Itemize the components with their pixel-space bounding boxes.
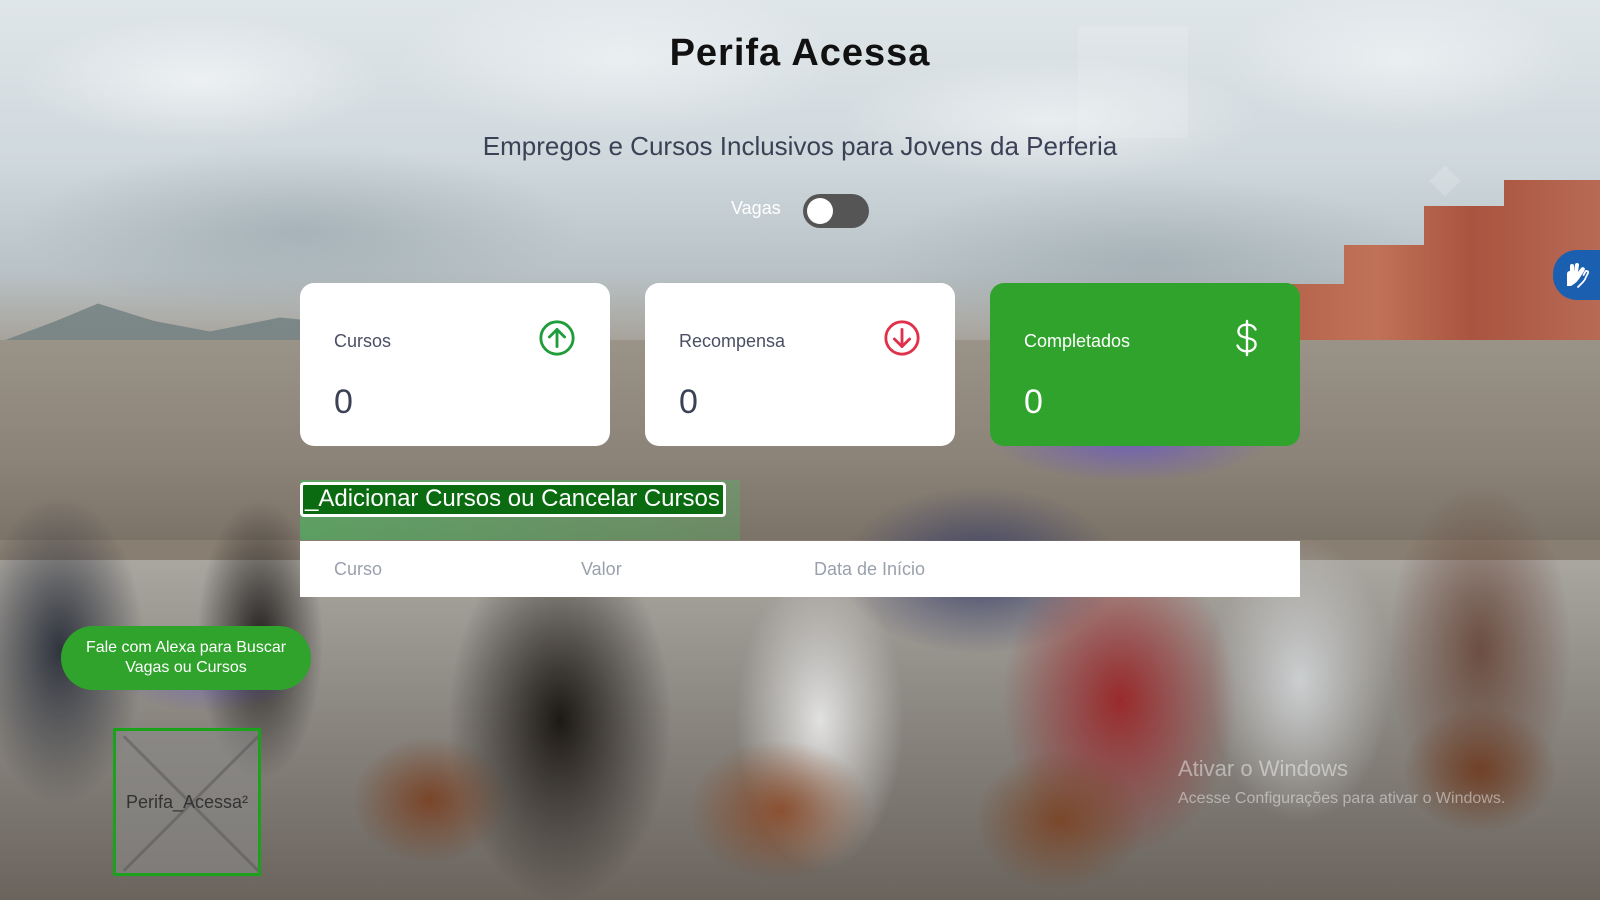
page-subtitle: Empregos e Cursos Inclusivos para Jovens… [482, 131, 1118, 161]
card-value: 0 [679, 383, 698, 421]
arrow-down-circle-icon [884, 320, 920, 356]
vagas-toggle-label: Vagas [731, 197, 781, 218]
add-cancel-courses-button[interactable]: _Adicionar Cursos ou Cancelar Cursos [300, 482, 726, 517]
logo-alt-text: Perifa_Acessa² [125, 791, 249, 812]
card-label: Cursos [334, 330, 392, 351]
page-title: Perifa Acessa [669, 32, 931, 74]
watermark-subtitle: Acesse Configurações para ativar o Windo… [1178, 790, 1506, 807]
vagas-toggle-switch[interactable] [802, 194, 869, 228]
accessibility-widget-button[interactable] [1553, 250, 1600, 300]
courses-table-header: Curso Valor Data de Início [300, 541, 1300, 597]
alexa-search-button[interactable]: Fale com Alexa para Buscar Vagas ou Curs… [61, 626, 311, 690]
card-label: Recompensa [679, 330, 786, 351]
watermark-title: Ativar o Windows [1178, 756, 1348, 781]
column-header-valor: Valor [581, 559, 622, 579]
card-completados: Completados 0 [990, 283, 1300, 446]
sign-language-hands-icon [1567, 263, 1590, 288]
windows-activation-watermark: Ativar o Windows Acesse Configurações pa… [1178, 756, 1505, 808]
card-label: Completados [1024, 330, 1131, 351]
toggle-knob [806, 198, 833, 224]
arrow-up-circle-icon [539, 320, 575, 356]
column-header-curso: Curso [334, 559, 383, 579]
card-recompensa: Recompensa 0 [645, 283, 955, 446]
card-cursos: Cursos 0 [300, 283, 610, 446]
card-value: 0 [1024, 383, 1043, 421]
logo-image: Perifa_Acessa² [113, 728, 261, 876]
card-value: 0 [334, 383, 353, 421]
dollar-icon [1236, 319, 1257, 357]
column-header-data-inicio: Data de Início [814, 559, 926, 579]
vagas-toggle-group: Vagas [731, 188, 869, 228]
